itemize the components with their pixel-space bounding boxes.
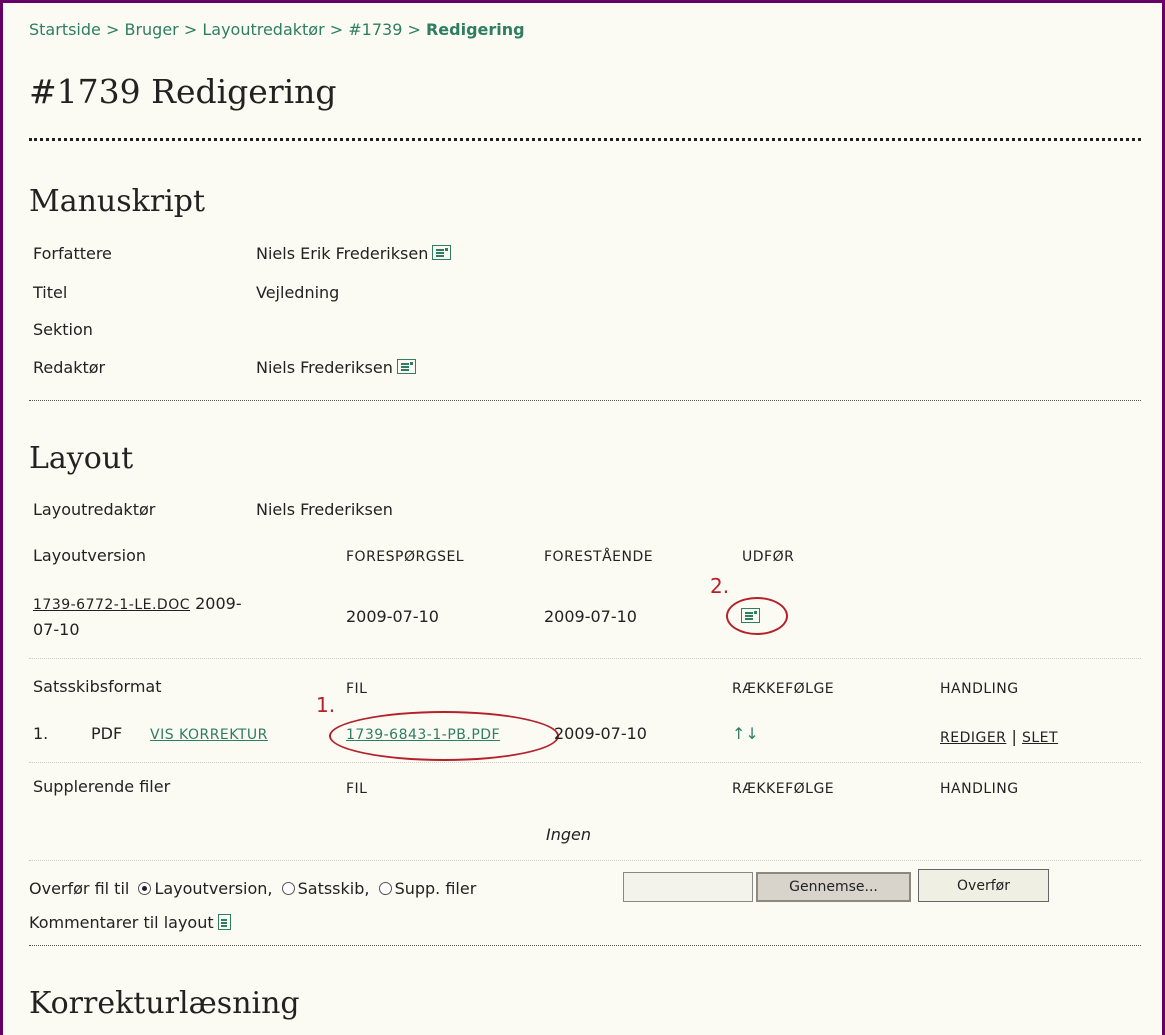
pending-date: 2009-07-10 xyxy=(544,607,637,626)
layout-version-label: Layoutversion xyxy=(33,546,146,565)
mail-icon[interactable] xyxy=(396,359,416,374)
title-label: Titel xyxy=(33,283,68,302)
editor-label: Redaktør xyxy=(33,358,106,377)
file-path-input[interactable] xyxy=(623,872,753,902)
layout-version-date-part2: 07-10 xyxy=(33,620,80,639)
radio-supp-files[interactable] xyxy=(378,882,392,895)
document-icon[interactable] xyxy=(217,914,231,930)
supp-none: Ingen xyxy=(546,825,591,844)
order-arrows[interactable]: ↑↓ xyxy=(732,724,759,743)
browse-button[interactable]: Gennemse... xyxy=(756,872,911,902)
breadcrumb-separator: > xyxy=(329,20,344,39)
manuscript-heading: Manuskript xyxy=(29,184,206,219)
breadcrumb-home[interactable]: Startside xyxy=(29,20,101,39)
galley-row-num: 1. xyxy=(33,724,49,743)
layout-comments: Kommentarer til layout xyxy=(29,913,231,932)
galley-label: Satsskibsformat xyxy=(33,677,162,696)
radio-layout-version-label: Layoutversion, xyxy=(154,879,273,898)
layout-divider xyxy=(29,945,1141,946)
manuscript-divider xyxy=(29,400,1141,401)
galley-col-file: FIL xyxy=(346,681,368,697)
annotation-1: 1. xyxy=(316,693,336,717)
editor-value: Niels Frederiksen xyxy=(256,358,416,377)
layout-heading: Layout xyxy=(29,441,134,476)
galley-divider xyxy=(29,762,1141,763)
radio-galley-label: Satsskib, xyxy=(297,879,370,898)
breadcrumb-separator: > xyxy=(105,20,120,39)
breadcrumb-layout-editor[interactable]: Layoutredaktør xyxy=(202,20,324,39)
request-date: 2009-07-10 xyxy=(346,607,439,626)
authors-name: Niels Erik Frederiksen xyxy=(256,244,429,263)
mail-icon[interactable] xyxy=(432,245,452,260)
proofreading-heading: Korrekturlæsning xyxy=(29,986,300,1021)
annotation-circle-1 xyxy=(329,711,559,761)
breadcrumb: Startside > Bruger > Layoutredaktør > #1… xyxy=(29,20,525,39)
galley-col-action: HANDLING xyxy=(940,681,1019,697)
supp-divider xyxy=(29,860,1141,861)
annotation-circle-2 xyxy=(726,597,788,635)
galley-actions: REDIGER | SLET xyxy=(940,727,1058,746)
layout-version-file-link[interactable]: 1739-6772-1-LE.DOC xyxy=(33,597,190,613)
breadcrumb-current[interactable]: Redigering xyxy=(426,20,525,39)
galley-format: PDF xyxy=(91,724,123,743)
annotation-2: 2. xyxy=(710,574,730,598)
supp-col-action: HANDLING xyxy=(940,781,1019,797)
authors-label: Forfattere xyxy=(33,244,112,263)
breadcrumb-user[interactable]: Bruger xyxy=(124,20,178,39)
upload-button[interactable]: Overfør xyxy=(918,869,1049,902)
layout-version-file: 1739-6772-1-LE.DOC 2009- xyxy=(33,594,242,613)
edit-link[interactable]: REDIGER xyxy=(940,730,1006,746)
breadcrumb-submission[interactable]: #1739 xyxy=(348,20,402,39)
action-separator: | xyxy=(1011,727,1017,746)
authors-value: Niels Erik Frederiksen xyxy=(256,244,452,263)
breadcrumb-separator: > xyxy=(183,20,198,39)
galley-date: 2009-07-10 xyxy=(554,724,647,743)
delete-link[interactable]: SLET xyxy=(1022,730,1058,746)
page-title: #1739 Redigering xyxy=(29,72,337,111)
galley-col-order: RÆKKEFØLGE xyxy=(732,681,835,697)
col-pending: FORESTÅENDE xyxy=(544,549,654,565)
layout-comments-label: Kommentarer til layout xyxy=(29,913,214,932)
col-request: FORESPØRGSEL xyxy=(346,549,465,565)
layout-version-date-part1: 2009- xyxy=(195,594,242,613)
radio-supp-files-label: Supp. filer xyxy=(394,879,477,898)
col-do: UDFØR xyxy=(742,549,795,565)
upload-label: Overfør fil til xyxy=(29,879,130,898)
radio-galley[interactable] xyxy=(281,882,295,895)
breadcrumb-separator: > xyxy=(407,20,421,39)
editor-name: Niels Frederiksen xyxy=(256,358,393,377)
title-value: Vejledning xyxy=(256,283,340,302)
layout-editor-value: Niels Frederiksen xyxy=(256,500,393,519)
upload-row: Overfør fil til Layoutversion, Satsskib,… xyxy=(29,879,476,898)
title-divider xyxy=(29,138,1141,141)
view-proof-link[interactable]: VIS KORREKTUR xyxy=(150,727,268,743)
supp-col-order: RÆKKEFØLGE xyxy=(732,781,835,797)
section-label: Sektion xyxy=(33,320,93,339)
layout-editor-label: Layoutredaktør xyxy=(33,500,156,519)
supp-label: Supplerende filer xyxy=(33,777,171,796)
radio-layout-version[interactable] xyxy=(138,882,152,895)
supp-col-file: FIL xyxy=(346,781,368,797)
version-divider xyxy=(29,658,1141,659)
main-content: Startside > Bruger > Layoutredaktør > #1… xyxy=(29,0,1141,1035)
